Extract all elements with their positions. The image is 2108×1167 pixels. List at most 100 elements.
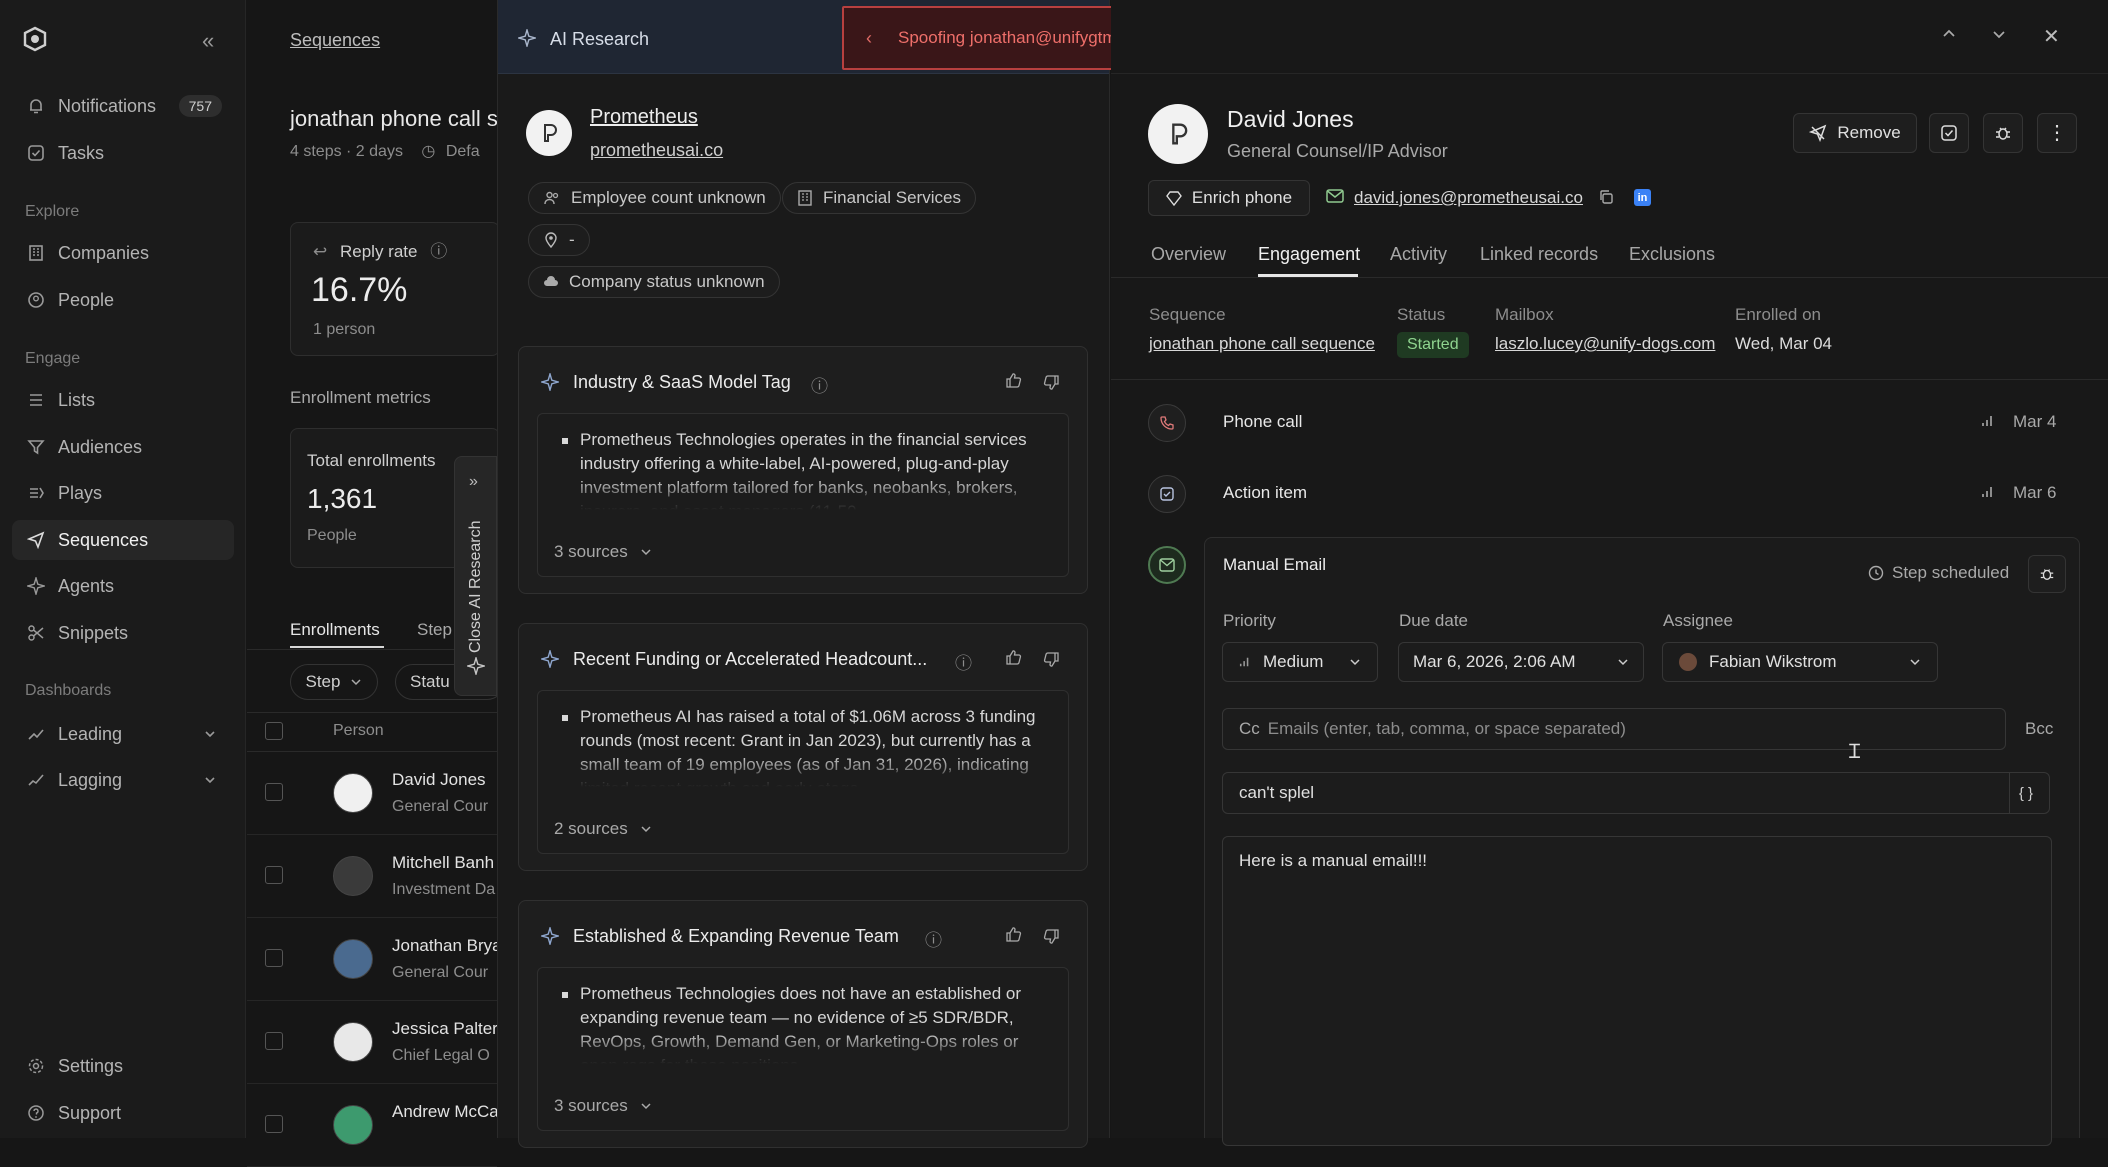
ai-card-title: Recent Funding or Accelerated Headcount.…: [573, 649, 928, 669]
sidebar-item-companies[interactable]: Companies: [12, 233, 234, 273]
sequence-link[interactable]: jonathan phone call sequence: [1149, 334, 1375, 354]
divider: [1111, 379, 2108, 380]
subject-field[interactable]: can't splel { }: [1222, 772, 2050, 814]
tab-steps[interactable]: Step: [417, 620, 452, 640]
send-icon: [26, 530, 46, 550]
more-options-button[interactable]: ⋮: [2037, 113, 2077, 153]
table-row[interactable]: Jonathan Brya General Cour: [247, 918, 502, 1001]
info-icon[interactable]: ⓘ: [955, 649, 972, 674]
tab-enrollments[interactable]: Enrollments: [290, 620, 380, 640]
chevron-down-icon[interactable]: [1991, 26, 2007, 42]
sidebar-item-label: Agents: [58, 575, 115, 596]
ai-card-content: Prometheus Technologies operates in the …: [537, 413, 1069, 577]
linkedin-icon[interactable]: in: [1634, 189, 1651, 206]
filter-step-button[interactable]: Step: [290, 664, 378, 700]
chevron-down-icon[interactable]: [200, 724, 220, 744]
table-row[interactable]: Mitchell Banh Investment Da: [247, 835, 497, 918]
plays-icon: [26, 483, 46, 503]
chevron-down-icon[interactable]: [200, 770, 220, 790]
row-checkbox[interactable]: [265, 949, 283, 967]
sidebar-item-lists[interactable]: Lists: [12, 380, 234, 420]
sidebar-item-lagging[interactable]: Lagging: [12, 760, 234, 800]
breadcrumb-sequences[interactable]: Sequences: [290, 30, 380, 51]
thumbs-up-icon[interactable]: [1005, 372, 1022, 389]
table-row[interactable]: Andrew McCa: [247, 1084, 499, 1167]
filter-icon: [26, 437, 46, 457]
close-ai-research-handle[interactable]: » Close AI Research: [454, 456, 497, 696]
sidebar-item-audiences[interactable]: Audiences: [12, 427, 234, 467]
tab-exclusions[interactable]: Exclusions: [1629, 244, 1715, 265]
table-row[interactable]: Jessica Palter Chief Legal O: [247, 1001, 498, 1084]
insert-variable-button[interactable]: { }: [2019, 785, 2033, 802]
step-phone-call-label[interactable]: Phone call: [1223, 412, 1302, 432]
sequence-label: Sequence: [1149, 305, 1226, 324]
ai-research-card: Established & Expanding Revenue Team ⓘ P…: [518, 900, 1088, 1148]
enrich-phone-button[interactable]: Enrich phone: [1148, 180, 1310, 216]
remove-button[interactable]: Remove: [1793, 113, 1917, 153]
row-checkbox[interactable]: [265, 1115, 283, 1133]
phone-icon: [1148, 404, 1186, 442]
person-name[interactable]: Andrew McCa: [392, 1102, 499, 1122]
table-row[interactable]: David Jones General Cour: [247, 752, 497, 835]
ai-card-title: Industry & SaaS Model Tag: [573, 372, 791, 392]
debug-button[interactable]: [1983, 113, 2023, 153]
mailbox-link[interactable]: laszlo.lucey@unify-dogs.com: [1495, 334, 1715, 354]
sidebar-item-agents[interactable]: Agents: [12, 566, 234, 606]
info-icon[interactable]: ⓘ: [811, 372, 828, 397]
thumbs-up-icon[interactable]: [1005, 649, 1022, 666]
thumbs-down-icon[interactable]: [1043, 651, 1060, 668]
sidebar-item-plays[interactable]: Plays: [12, 473, 234, 513]
task-button[interactable]: [1929, 113, 1969, 153]
thumbs-up-icon[interactable]: [1005, 926, 1022, 943]
collapse-sidebar-icon[interactable]: «: [202, 28, 214, 54]
thumbs-down-icon[interactable]: [1043, 374, 1060, 391]
sidebar-item-leading[interactable]: Leading: [12, 714, 234, 754]
sidebar-item-people[interactable]: People: [12, 280, 234, 320]
sidebar-item-settings[interactable]: Settings: [12, 1046, 234, 1086]
tab-linked-records[interactable]: Linked records: [1480, 244, 1598, 265]
priority-select[interactable]: Medium: [1222, 642, 1378, 682]
row-checkbox[interactable]: [265, 1032, 283, 1050]
info-icon[interactable]: ⓘ: [430, 242, 447, 261]
sidebar-item-sequences[interactable]: Sequences: [12, 520, 234, 560]
sources-toggle[interactable]: 3 sources: [554, 542, 652, 562]
step-debug-button[interactable]: [2028, 555, 2066, 593]
app-logo-icon[interactable]: [22, 26, 48, 52]
select-all-checkbox[interactable]: [265, 722, 283, 740]
bcc-toggle[interactable]: Bcc: [2025, 719, 2053, 739]
thumbs-down-icon[interactable]: [1043, 928, 1060, 945]
due-date-picker[interactable]: Mar 6, 2026, 2:06 AM: [1398, 642, 1644, 682]
person-name[interactable]: Jessica Palter: [392, 1019, 498, 1039]
chevron-up-icon[interactable]: [1941, 26, 1957, 42]
sidebar-item-notifications[interactable]: Notifications 757: [12, 86, 234, 126]
email-body-text: Here is a manual email!!!: [1239, 851, 1428, 870]
bell-icon: [26, 96, 46, 116]
company-domain-link[interactable]: prometheusai.co: [590, 140, 723, 161]
copy-icon[interactable]: [1598, 189, 1614, 205]
sources-toggle[interactable]: 3 sources: [554, 1096, 652, 1116]
company-logo: [526, 110, 572, 156]
person-name[interactable]: Jonathan Brya: [392, 936, 502, 956]
row-checkbox[interactable]: [265, 866, 283, 884]
sources-toggle[interactable]: 2 sources: [554, 819, 652, 839]
assignee-select[interactable]: Fabian Wikstrom: [1662, 642, 1938, 682]
sidebar-item-snippets[interactable]: Snippets: [12, 613, 234, 653]
close-icon[interactable]: ✕: [2043, 24, 2060, 49]
step-action-item-label[interactable]: Action item: [1223, 483, 1307, 503]
company-name-link[interactable]: Prometheus: [590, 106, 698, 129]
sidebar-item-tasks[interactable]: Tasks: [12, 133, 234, 173]
tab-activity[interactable]: Activity: [1390, 244, 1447, 265]
cc-field[interactable]: Cc Emails (enter, tab, comma, or space s…: [1222, 708, 2006, 750]
person-name[interactable]: David Jones: [392, 770, 486, 790]
person-title: Investment Da: [392, 881, 496, 898]
detail-top-bar: ✕: [1111, 0, 2108, 74]
tab-overview[interactable]: Overview: [1151, 244, 1226, 265]
sidebar-item-support[interactable]: Support: [12, 1093, 234, 1133]
person-name[interactable]: Mitchell Banh: [392, 853, 494, 873]
contact-email-link[interactable]: david.jones@prometheusai.co: [1354, 188, 1583, 208]
info-icon[interactable]: ⓘ: [925, 926, 942, 951]
tab-engagement[interactable]: Engagement: [1258, 244, 1360, 265]
email-body-editor[interactable]: Here is a manual email!!!: [1222, 836, 2052, 1146]
row-checkbox[interactable]: [265, 783, 283, 801]
chevron-left-icon[interactable]: ‹: [866, 28, 872, 49]
